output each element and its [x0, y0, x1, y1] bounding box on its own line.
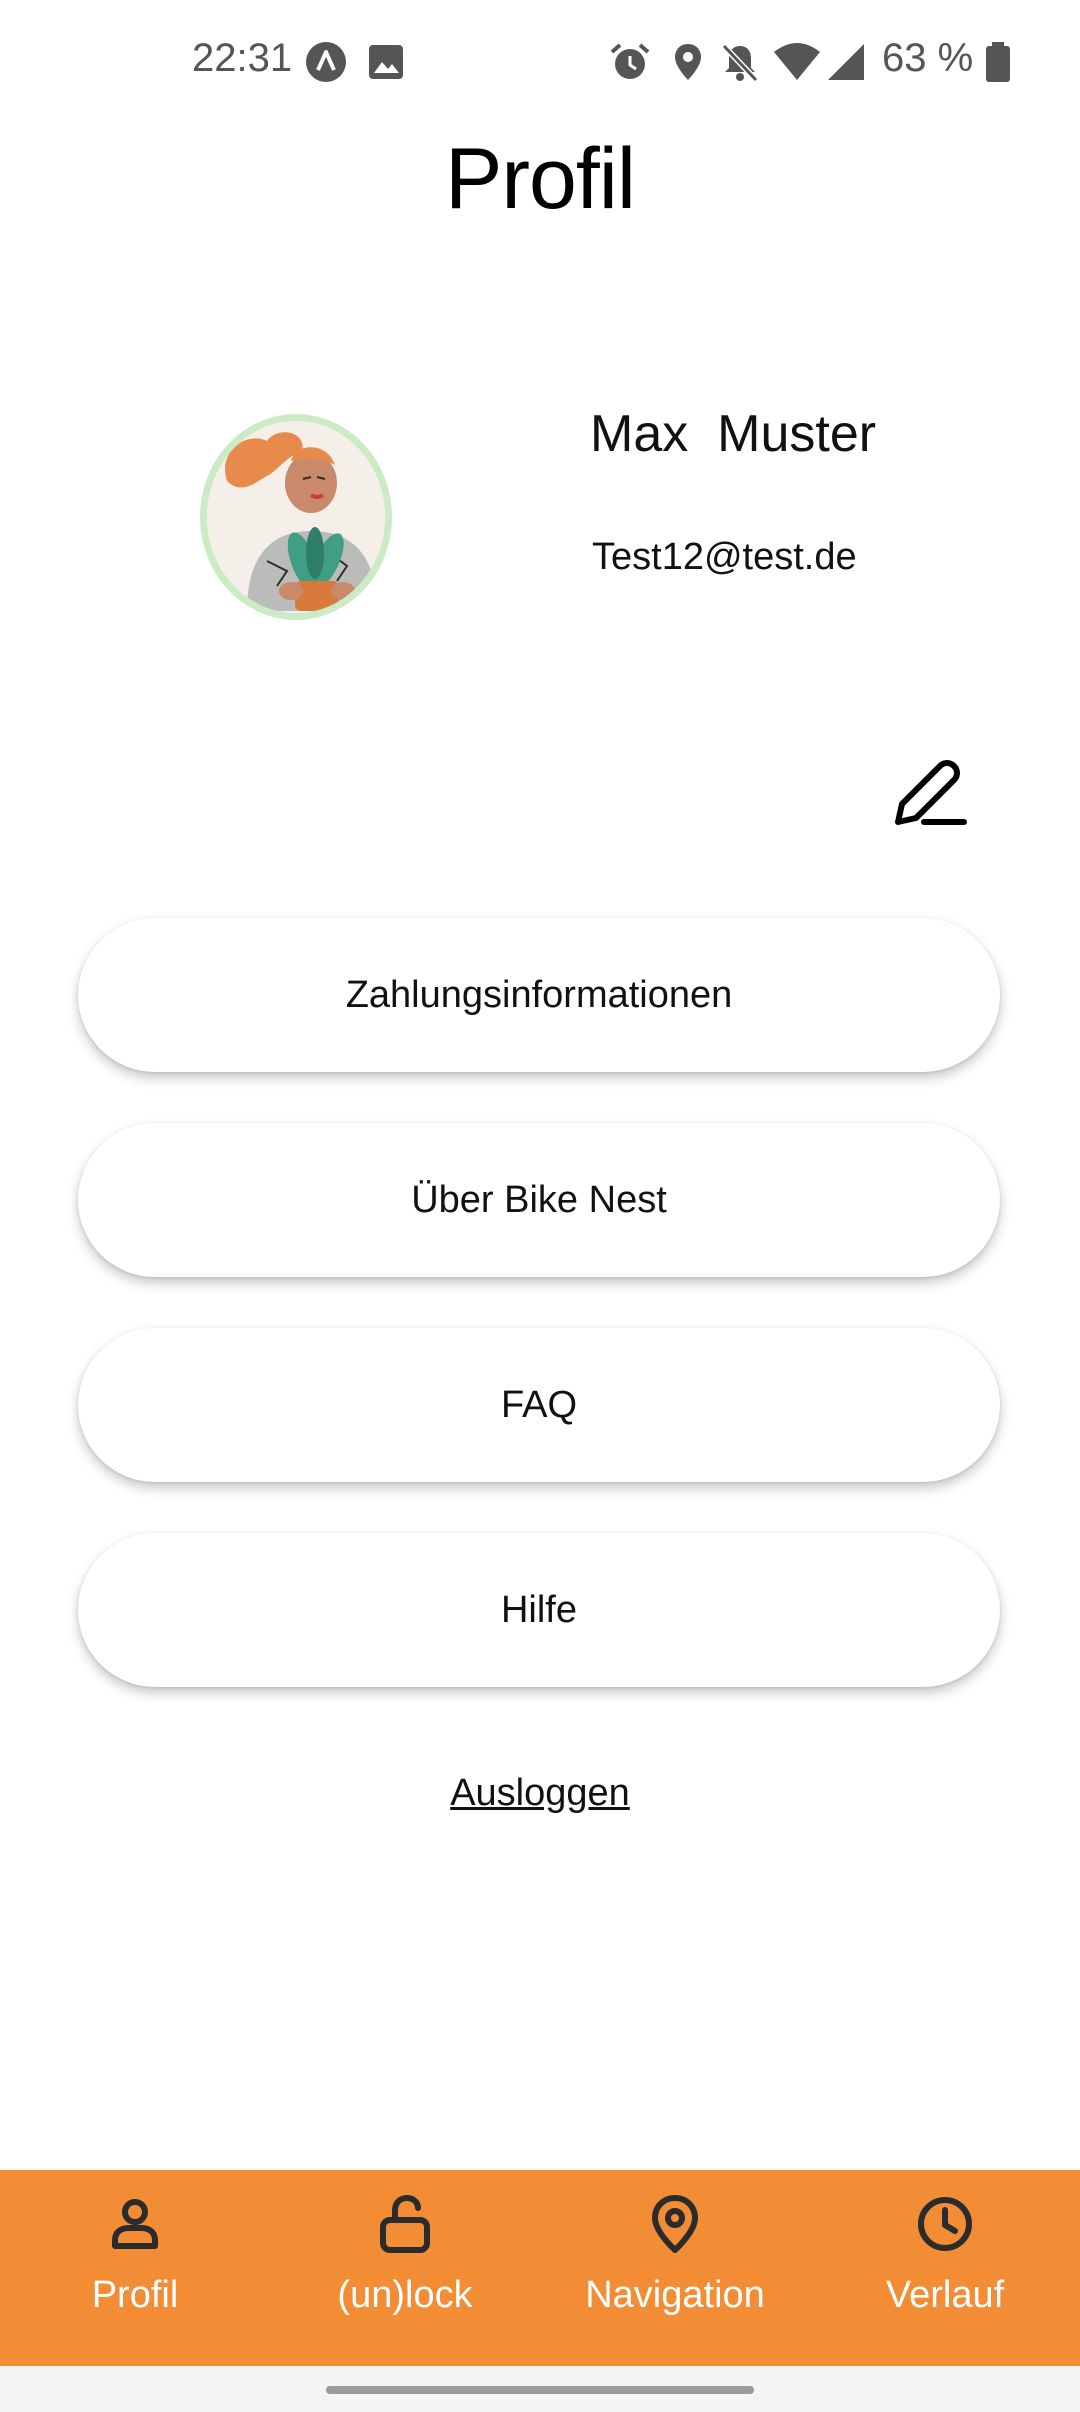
pencil-icon	[895, 760, 967, 825]
nav-item-profil[interactable]: Profil	[0, 2170, 270, 2366]
page-title: Profil	[445, 131, 636, 227]
location-icon	[675, 44, 701, 80]
nav-label-verlauf: Verlauf	[885, 2274, 1005, 2316]
app-notification-icon	[306, 42, 346, 82]
logout-link[interactable]: Ausloggen	[0, 1772, 1080, 1815]
nav-label-profil: Profil	[91, 2274, 179, 2316]
nav-item-unlock[interactable]: (un)lock	[270, 2170, 540, 2366]
status-bar: 22:31 63 %	[0, 0, 1080, 120]
edit-profile-button[interactable]	[880, 744, 976, 840]
about-bike-nest-button[interactable]: Über Bike Nest	[78, 1123, 1000, 1277]
gesture-navigation-area	[0, 2366, 1080, 2412]
clock-icon	[918, 2197, 972, 2251]
battery-icon	[986, 42, 1010, 82]
faq-button[interactable]: FAQ	[78, 1328, 1000, 1482]
image-notification-icon	[369, 45, 403, 79]
profile-first-name: Max	[590, 405, 689, 463]
profile-screen: 22:31 63 % Profil Max Muster Test12@test…	[0, 0, 1080, 2412]
unlock-icon	[380, 2194, 430, 2253]
status-time: 22:31	[192, 36, 293, 80]
profile-name: Max Muster	[590, 404, 876, 464]
map-pin-icon	[652, 2195, 698, 2253]
profile-last-name: Muster	[717, 405, 877, 463]
alarm-icon	[610, 43, 650, 79]
nav-item-verlauf[interactable]: Verlauf	[810, 2170, 1080, 2366]
avatar	[200, 414, 392, 620]
nav-label-unlock: (un)lock	[337, 2274, 473, 2316]
battery-percentage: 63 %	[882, 36, 974, 80]
wifi-icon	[774, 43, 820, 80]
cell-signal-icon	[828, 44, 864, 80]
avatar-illustration	[207, 421, 385, 613]
bottom-navigation: Profil (un)lock Navigation Verlauf	[0, 2170, 1080, 2366]
payment-info-button[interactable]: Zahlungsinformationen	[78, 918, 1000, 1072]
nav-item-navigation[interactable]: Navigation	[540, 2170, 810, 2366]
user-icon	[112, 2199, 158, 2249]
logout-label[interactable]: Ausloggen	[450, 1772, 630, 1814]
home-gesture-handle[interactable]	[326, 2386, 754, 2394]
profile-email: Test12@test.de	[592, 536, 857, 578]
mute-icon	[721, 43, 759, 83]
help-button[interactable]: Hilfe	[78, 1533, 1000, 1687]
nav-label-navigation: Navigation	[585, 2274, 765, 2316]
